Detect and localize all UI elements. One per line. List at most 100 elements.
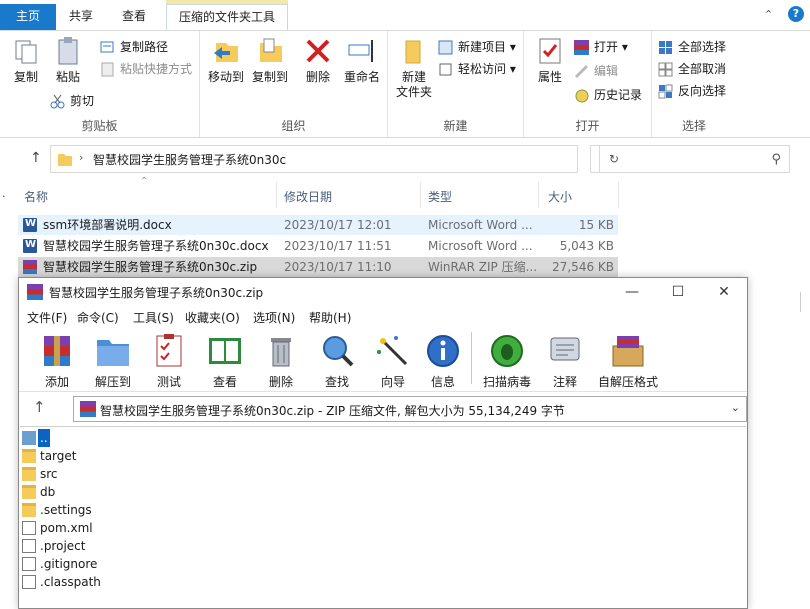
new-item-button[interactable]: 新建项目 ▾ — [438, 37, 516, 57]
collapse-ribbon-icon[interactable]: ⌃ — [764, 8, 778, 22]
info-icon — [424, 332, 462, 370]
window-title: 智慧校园学生服务管理子系统0n30c.zip — [49, 286, 264, 300]
add-button[interactable]: 添加 — [29, 332, 85, 390]
delete-x-icon — [302, 35, 334, 67]
search-input[interactable]: ⚲ — [590, 145, 790, 173]
chevron-down-icon[interactable]: ⌄ — [731, 401, 740, 414]
breadcrumb-path[interactable]: 智慧校园学生服务管理子系统0n30c — [93, 151, 286, 168]
address-bar[interactable]: › 智慧校园学生服务管理子系统0n30c ↻ — [50, 145, 619, 173]
easy-access-button[interactable]: 轻松访问 ▾ — [438, 59, 516, 79]
find-button[interactable]: 查找 — [309, 332, 365, 390]
extract-to-button[interactable]: 解压到 — [85, 332, 141, 390]
move-to-button[interactable]: 移动到 — [204, 35, 248, 85]
help-icon[interactable]: ? — [788, 6, 804, 22]
file-row[interactable]: ssm环境部署说明.docx 2023/10/17 12:01 Microsof… — [18, 215, 618, 235]
column-divider[interactable] — [276, 182, 277, 208]
copy-to-button[interactable]: 复制到 — [248, 35, 292, 85]
folder-icon — [22, 467, 36, 481]
edit-pencil-icon — [574, 64, 589, 79]
minimize-button[interactable]: — — [609, 278, 655, 306]
new-folder-icon — [398, 35, 430, 67]
delete-button[interactable]: 删除 — [253, 332, 309, 390]
column-size[interactable]: 大小 — [548, 188, 572, 205]
edit-button[interactable]: 编辑 — [574, 61, 618, 81]
delete-button[interactable]: 删除 — [298, 35, 338, 85]
maximize-icon: ☐ — [671, 284, 685, 300]
menu-tools[interactable]: 工具(S) — [133, 309, 174, 326]
column-divider[interactable] — [538, 182, 539, 208]
menu-commands[interactable]: 命令(C) — [77, 309, 119, 326]
item-name: pom.xml — [40, 521, 93, 535]
tab-view[interactable]: 查看 — [106, 4, 162, 30]
clipboard-icon — [52, 35, 84, 67]
winrar-titlebar[interactable]: 智慧校园学生服务管理子系统0n30c.zip — ☐ ✕ — [19, 278, 747, 306]
test-button[interactable]: 测试 — [141, 332, 197, 390]
view-book-icon — [206, 332, 244, 370]
paste-button[interactable]: 粘贴 — [48, 35, 88, 85]
select-group-label: 选择 — [681, 119, 706, 133]
menu-options[interactable]: 选项(N) — [253, 309, 295, 326]
column-divider[interactable] — [618, 182, 619, 208]
rename-button[interactable]: 重命名 — [340, 35, 384, 85]
select-none-button[interactable]: 全部取消 — [658, 59, 726, 79]
winrar-icon — [27, 284, 43, 300]
file-type: WinRAR ZIP 压缩... — [428, 260, 538, 274]
navigation-pane: · — [0, 180, 18, 609]
item-name: .. — [38, 429, 50, 447]
tab-share[interactable]: 共享 — [56, 4, 106, 30]
wizard-button[interactable]: 向导 — [365, 332, 421, 390]
sfx-button[interactable]: 自解压格式 — [595, 332, 661, 390]
file-name: 智慧校园学生服务管理子系统0n30c.docx — [43, 239, 269, 253]
sfx-box-icon — [609, 332, 647, 370]
invert-selection-button[interactable]: 反向选择 — [658, 81, 726, 101]
new-folder-button[interactable]: 新建 文件夹 — [392, 35, 436, 100]
column-divider[interactable] — [420, 182, 421, 208]
column-name[interactable]: 名称 — [24, 188, 48, 205]
item-name: .classpath — [40, 575, 101, 589]
up-arrow-icon[interactable]: ↑ — [30, 150, 46, 166]
column-modified[interactable]: 修改日期 — [284, 188, 332, 205]
file-row[interactable]: 智慧校园学生服务管理子系统0n30c.docx 2023/10/17 11:51… — [18, 236, 618, 256]
menu-help[interactable]: 帮助(H) — [309, 309, 351, 326]
view-button[interactable]: 查看 — [197, 332, 253, 390]
archive-path-dropdown[interactable]: 智慧校园学生服务管理子系统0n30c.zip - ZIP 压缩文件, 解包大小为… — [73, 396, 747, 422]
xml-file-icon — [22, 521, 36, 535]
maximize-button[interactable]: ☐ — [655, 278, 701, 306]
paste-shortcut-button[interactable]: 粘贴快捷方式 — [100, 59, 192, 79]
properties-label: 属性 — [537, 70, 562, 84]
menu-file[interactable]: 文件(F) — [27, 309, 67, 326]
parent-folder-icon — [22, 431, 36, 445]
new-item-label: 新建项目 — [458, 40, 507, 54]
new-item-icon — [438, 40, 453, 55]
open-button[interactable]: 打开 ▾ — [574, 37, 628, 57]
properties-button[interactable]: 属性 — [530, 35, 570, 85]
properties-icon — [534, 35, 566, 67]
breadcrumb-chevron-icon: › — [79, 151, 84, 164]
cut-button[interactable]: 剪切 — [50, 91, 94, 111]
close-button[interactable]: ✕ — [701, 278, 747, 306]
info-label: 信息 — [430, 375, 455, 389]
scan-virus-button[interactable]: 扫描病毒 — [479, 332, 535, 390]
comment-icon — [546, 332, 584, 370]
tab-compressed-folder-tools[interactable]: 压缩的文件夹工具 — [166, 4, 288, 30]
history-label: 历史记录 — [594, 88, 643, 102]
copy-icon — [10, 35, 42, 67]
organize-group-label: 组织 — [281, 119, 306, 133]
up-folder-icon[interactable]: ↑ — [33, 398, 46, 416]
select-all-button[interactable]: 全部选择 — [658, 37, 726, 57]
file-row[interactable]: 智慧校园学生服务管理子系统0n30c.zip 2023/10/17 11:10 … — [18, 257, 618, 277]
menu-favorites[interactable]: 收藏夹(O) — [185, 309, 240, 326]
extract-to-label: 解压到 — [94, 375, 131, 389]
archive-file-list: .. target src db .settings pom.xml .proj… — [20, 426, 746, 608]
copy-button[interactable]: 复制 — [4, 35, 48, 85]
file-icon — [22, 539, 36, 553]
history-button[interactable]: 历史记录 — [574, 85, 642, 105]
test-label: 测试 — [156, 375, 181, 389]
copy-path-button[interactable]: 复制路径 — [100, 37, 168, 57]
extract-folder-icon — [94, 332, 132, 370]
column-type[interactable]: 类型 — [428, 188, 452, 205]
comment-button[interactable]: 注释 — [537, 332, 593, 390]
info-button[interactable]: 信息 — [415, 332, 471, 390]
view-label: 查看 — [212, 375, 237, 389]
tab-home[interactable]: 主页 — [0, 4, 56, 30]
